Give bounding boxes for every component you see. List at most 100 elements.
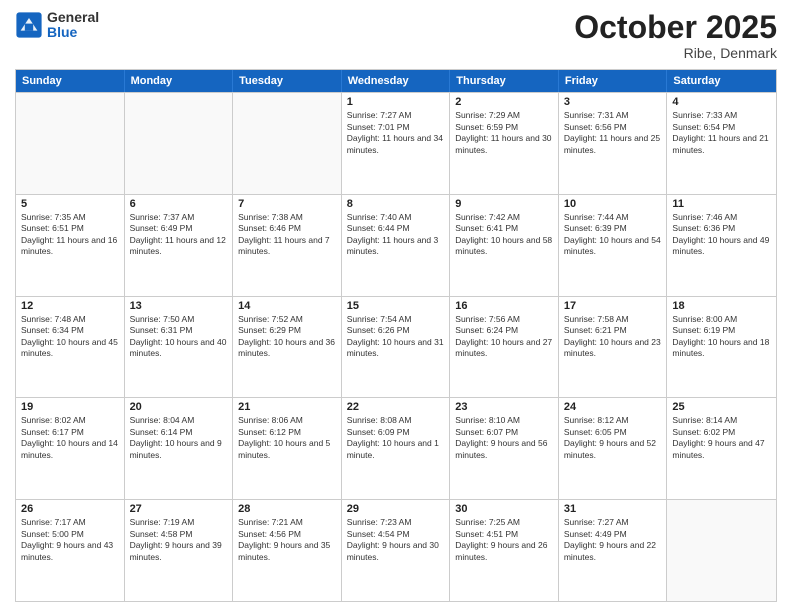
day-number: 16 xyxy=(455,300,553,312)
empty-cell xyxy=(125,93,234,194)
day-info: Sunrise: 7:40 AM Sunset: 6:44 PM Dayligh… xyxy=(347,212,445,258)
day-info: Sunrise: 7:50 AM Sunset: 6:31 PM Dayligh… xyxy=(130,314,228,360)
day-cell-19: 19Sunrise: 8:02 AM Sunset: 6:17 PM Dayli… xyxy=(16,398,125,499)
day-cell-24: 24Sunrise: 8:12 AM Sunset: 6:05 PM Dayli… xyxy=(559,398,668,499)
weekday-header-friday: Friday xyxy=(559,70,668,92)
weekday-header-monday: Monday xyxy=(125,70,234,92)
day-cell-30: 30 Sunrise: 7:25 AM Sunset: 4:51 PM Dayli… xyxy=(450,500,559,601)
day-info: Sunrise: 7:27 AM Sunset: 7:01 PM Dayligh… xyxy=(347,110,445,156)
day-number: 14 xyxy=(238,300,336,312)
day-cell-2: 2 Sunrise: 7:29 AM Sunset: 6:59 PM Daylig… xyxy=(450,93,559,194)
day-number: 23 xyxy=(455,401,553,413)
day-cell-26: 26 Sunrise: 7:17 AM Sunset: 5:00 PM Dayli… xyxy=(16,500,125,601)
day-cell-10: 10Sunrise: 7:44 AM Sunset: 6:39 PM Dayli… xyxy=(559,195,668,296)
day-number: 13 xyxy=(130,300,228,312)
day-number: 9 xyxy=(455,198,553,210)
empty-cell xyxy=(16,93,125,194)
day-number: 2 xyxy=(455,96,553,108)
day-info: Sunrise: 7:52 AM Sunset: 6:29 PM Dayligh… xyxy=(238,314,336,360)
day-info: Sunrise: 7:31 AM Sunset: 6:56 PM Dayligh… xyxy=(564,110,662,156)
day-number: 18 xyxy=(672,300,771,312)
day-cell-13: 13 Sunrise: 7:50 AM Sunset: 6:31 PM Dayli… xyxy=(125,297,234,398)
day-number: 19 xyxy=(21,401,119,413)
day-number: 26 xyxy=(21,503,119,515)
day-cell-5: 5Sunrise: 7:35 AM Sunset: 6:51 PM Daylig… xyxy=(16,195,125,296)
weekday-header-thursday: Thursday xyxy=(450,70,559,92)
day-cell-16: 16 Sunrise: 7:56 AM Sunset: 6:24 PM Dayli… xyxy=(450,297,559,398)
day-number: 28 xyxy=(238,503,336,515)
day-info: Sunrise: 7:17 AM Sunset: 5:00 PM Dayligh… xyxy=(21,517,119,563)
day-cell-1: 1 Sunrise: 7:27 AM Sunset: 7:01 PM Daylig… xyxy=(342,93,451,194)
weekday-header-saturday: Saturday xyxy=(667,70,776,92)
day-info: Sunrise: 8:04 AM Sunset: 6:14 PM Dayligh… xyxy=(130,415,228,461)
day-number: 31 xyxy=(564,503,662,515)
day-number: 7 xyxy=(238,198,336,210)
day-cell-31: 31 Sunrise: 7:27 AM Sunset: 4:49 PM Dayli… xyxy=(559,500,668,601)
day-info: Sunrise: 7:38 AM Sunset: 6:46 PM Dayligh… xyxy=(238,212,336,258)
day-cell-20: 20 Sunrise: 8:04 AM Sunset: 6:14 PM Dayli… xyxy=(125,398,234,499)
location-subtitle: Ribe, Denmark xyxy=(574,45,777,61)
day-number: 1 xyxy=(347,96,445,108)
day-cell-22: 22 Sunrise: 8:08 AM Sunset: 6:09 PM Dayli… xyxy=(342,398,451,499)
day-number: 10 xyxy=(564,198,662,210)
day-number: 22 xyxy=(347,401,445,413)
day-number: 4 xyxy=(672,96,771,108)
calendar-row-2: 12 Sunrise: 7:48 AM Sunset: 6:34 PM Dayli… xyxy=(16,296,776,398)
day-info: Sunrise: 7:27 AM Sunset: 4:49 PM Dayligh… xyxy=(564,517,662,563)
day-cell-12: 12 Sunrise: 7:48 AM Sunset: 6:34 PM Dayli… xyxy=(16,297,125,398)
day-cell-3: 3 Sunrise: 7:31 AM Sunset: 6:56 PM Daylig… xyxy=(559,93,668,194)
calendar: SundayMondayTuesdayWednesdayThursdayFrid… xyxy=(15,69,777,602)
day-info: Sunrise: 7:19 AM Sunset: 4:58 PM Dayligh… xyxy=(130,517,228,563)
day-cell-15: 15Sunrise: 7:54 AM Sunset: 6:26 PM Dayli… xyxy=(342,297,451,398)
day-cell-29: 29 Sunrise: 7:23 AM Sunset: 4:54 PM Dayli… xyxy=(342,500,451,601)
day-info: Sunrise: 7:29 AM Sunset: 6:59 PM Dayligh… xyxy=(455,110,553,156)
day-cell-18: 18 Sunrise: 8:00 AM Sunset: 6:19 PM Dayli… xyxy=(667,297,776,398)
day-number: 17 xyxy=(564,300,662,312)
day-info: Sunrise: 7:56 AM Sunset: 6:24 PM Dayligh… xyxy=(455,314,553,360)
day-cell-25: 25Sunrise: 8:14 AM Sunset: 6:02 PM Dayli… xyxy=(667,398,776,499)
day-cell-28: 28Sunrise: 7:21 AM Sunset: 4:56 PM Dayli… xyxy=(233,500,342,601)
day-number: 6 xyxy=(130,198,228,210)
day-cell-14: 14 Sunrise: 7:52 AM Sunset: 6:29 PM Dayli… xyxy=(233,297,342,398)
day-cell-4: 4Sunrise: 7:33 AM Sunset: 6:54 PM Daylig… xyxy=(667,93,776,194)
day-info: Sunrise: 8:08 AM Sunset: 6:09 PM Dayligh… xyxy=(347,415,445,461)
day-info: Sunrise: 7:35 AM Sunset: 6:51 PM Dayligh… xyxy=(21,212,119,258)
day-info: Sunrise: 7:23 AM Sunset: 4:54 PM Dayligh… xyxy=(347,517,445,563)
day-info: Sunrise: 8:00 AM Sunset: 6:19 PM Dayligh… xyxy=(672,314,771,360)
day-info: Sunrise: 7:46 AM Sunset: 6:36 PM Dayligh… xyxy=(672,212,771,258)
day-number: 24 xyxy=(564,401,662,413)
day-number: 27 xyxy=(130,503,228,515)
day-number: 11 xyxy=(672,198,771,210)
day-cell-27: 27 Sunrise: 7:19 AM Sunset: 4:58 PM Dayli… xyxy=(125,500,234,601)
day-info: Sunrise: 7:54 AM Sunset: 6:26 PM Dayligh… xyxy=(347,314,445,360)
day-cell-6: 6 Sunrise: 7:37 AM Sunset: 6:49 PM Daylig… xyxy=(125,195,234,296)
day-cell-17: 17 Sunrise: 7:58 AM Sunset: 6:21 PM Dayli… xyxy=(559,297,668,398)
calendar-row-4: 26 Sunrise: 7:17 AM Sunset: 5:00 PM Dayli… xyxy=(16,499,776,601)
month-title: October 2025 xyxy=(574,10,777,45)
logo-blue-text: Blue xyxy=(47,25,99,40)
day-info: Sunrise: 7:58 AM Sunset: 6:21 PM Dayligh… xyxy=(564,314,662,360)
day-number: 30 xyxy=(455,503,553,515)
page: General Blue October 2025 Ribe, Denmark … xyxy=(0,0,792,612)
title-block: October 2025 Ribe, Denmark xyxy=(574,10,777,61)
day-number: 20 xyxy=(130,401,228,413)
day-cell-7: 7 Sunrise: 7:38 AM Sunset: 6:46 PM Daylig… xyxy=(233,195,342,296)
calendar-body: 1 Sunrise: 7:27 AM Sunset: 7:01 PM Daylig… xyxy=(16,92,776,601)
day-info: Sunrise: 7:37 AM Sunset: 6:49 PM Dayligh… xyxy=(130,212,228,258)
day-info: Sunrise: 7:48 AM Sunset: 6:34 PM Dayligh… xyxy=(21,314,119,360)
day-number: 12 xyxy=(21,300,119,312)
day-info: Sunrise: 7:25 AM Sunset: 4:51 PM Dayligh… xyxy=(455,517,553,563)
weekday-header-sunday: Sunday xyxy=(16,70,125,92)
header: General Blue October 2025 Ribe, Denmark xyxy=(15,10,777,61)
day-cell-11: 11 Sunrise: 7:46 AM Sunset: 6:36 PM Dayli… xyxy=(667,195,776,296)
day-cell-9: 9 Sunrise: 7:42 AM Sunset: 6:41 PM Daylig… xyxy=(450,195,559,296)
day-cell-23: 23 Sunrise: 8:10 AM Sunset: 6:07 PM Dayli… xyxy=(450,398,559,499)
day-info: Sunrise: 7:42 AM Sunset: 6:41 PM Dayligh… xyxy=(455,212,553,258)
calendar-row-3: 19Sunrise: 8:02 AM Sunset: 6:17 PM Dayli… xyxy=(16,397,776,499)
calendar-header: SundayMondayTuesdayWednesdayThursdayFrid… xyxy=(16,70,776,92)
day-number: 3 xyxy=(564,96,662,108)
day-number: 29 xyxy=(347,503,445,515)
day-number: 25 xyxy=(672,401,771,413)
empty-cell xyxy=(667,500,776,601)
day-info: Sunrise: 8:10 AM Sunset: 6:07 PM Dayligh… xyxy=(455,415,553,461)
